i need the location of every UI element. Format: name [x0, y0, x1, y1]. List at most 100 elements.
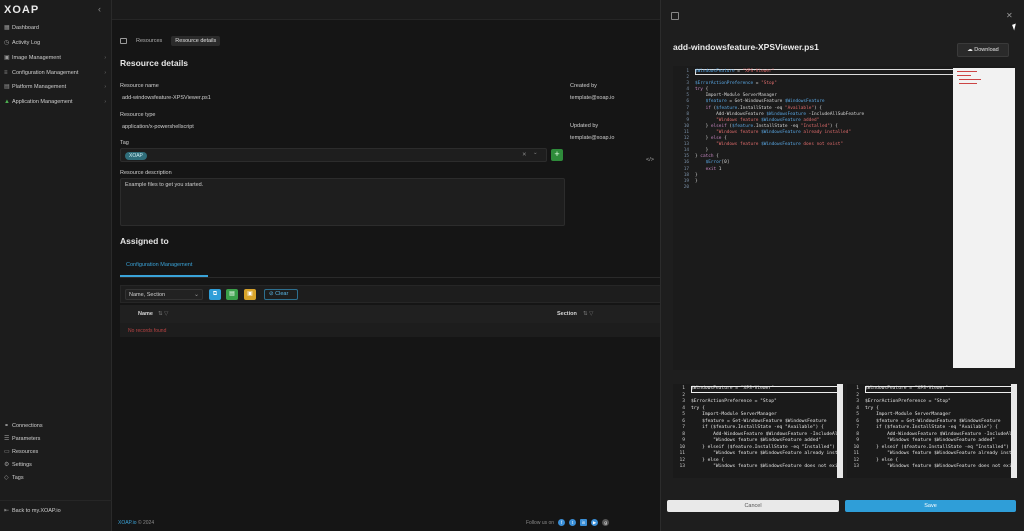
- clear-button[interactable]: ⊘ Clear: [264, 289, 298, 300]
- link-icon: ⚭: [4, 423, 10, 429]
- facebook-icon[interactable]: f: [558, 519, 566, 526]
- sidebar-item-label: Platform Management: [12, 83, 67, 90]
- cancel-button[interactable]: Cancel: [667, 500, 839, 512]
- divider: [0, 500, 112, 501]
- diff-modified-code[interactable]: $WindowsFeature = "XPS-Viewer" $ErrorAct…: [865, 386, 1017, 471]
- sidebar-item-activity-log[interactable]: ◷ Activity Log: [0, 36, 112, 49]
- sidebar: XOAP ‹ ▦ Dashboard ◷ Activity Log ▣ Image M…: [0, 0, 112, 531]
- chevron-right-icon: ›: [104, 54, 106, 61]
- sidebar-item-parameters[interactable]: ☰ Parameters: [0, 432, 112, 445]
- sidebar-item-dashboard[interactable]: ▦ Dashboard: [0, 21, 112, 34]
- column-name[interactable]: Name: [138, 311, 153, 317]
- chevron-right-icon: ›: [104, 98, 106, 105]
- scrollbar[interactable]: [837, 384, 843, 478]
- assigned-title: Assigned to: [120, 236, 169, 246]
- sidebar-item-label: Connections: [12, 422, 43, 429]
- resource-type-field: application/x-powershellscript: [122, 124, 194, 130]
- breadcrumb: Resources Resource details: [120, 36, 221, 46]
- code-content[interactable]: $WindowsFeature = "XPS-Viewer" $ErrorAct…: [695, 69, 864, 185]
- folder-icon: ▭: [4, 449, 10, 455]
- brand-link[interactable]: XOAP.io: [118, 520, 137, 526]
- archive-icon: ▣: [247, 291, 253, 297]
- scrollbar[interactable]: [1011, 384, 1017, 478]
- breadcrumb-resource-details: Resource details: [171, 36, 221, 46]
- diff-modified-pane[interactable]: 1 2 3 4 5 6 7 8 9 10 11 12 13 $WindowsFe…: [847, 384, 1017, 478]
- chevron-down-icon[interactable]: ⌄: [533, 150, 538, 156]
- collapse-sidebar-icon[interactable]: ‹: [98, 4, 101, 14]
- sidebar-item-tags[interactable]: ◇ Tags: [0, 471, 112, 484]
- sidebar-item-connections[interactable]: ⚭ Connections: [0, 419, 112, 432]
- column-section[interactable]: Section: [557, 311, 577, 317]
- sidebar-item-label: Activity Log: [12, 39, 41, 46]
- description-textarea[interactable]: Example files to get you started.: [120, 178, 565, 226]
- breadcrumb-resources[interactable]: Resources: [136, 38, 162, 44]
- back-link-label: Back to my.XOAP.io: [12, 507, 61, 514]
- resource-name-field[interactable]: add-windowsfeature-XPSViewer.ps1: [120, 92, 560, 105]
- empty-message: No records found: [128, 328, 167, 334]
- sidebar-item-label: Tags: [12, 474, 24, 481]
- follow-label: Follow us on: [526, 519, 555, 526]
- image-icon: ▣: [4, 55, 10, 61]
- list-icon: ☰: [4, 436, 10, 442]
- chevron-right-icon: ›: [104, 69, 106, 76]
- add-tag-button[interactable]: +: [551, 149, 563, 161]
- sidebar-item-label: Image Management: [12, 54, 61, 61]
- table-body: [120, 323, 680, 337]
- copy-button[interactable]: ⧉: [209, 289, 221, 300]
- sort-icon[interactable]: ⇅ ▽: [583, 311, 593, 317]
- clear-tag-icon[interactable]: ✕: [522, 152, 527, 158]
- code-minimap[interactable]: [953, 68, 1015, 368]
- home-icon[interactable]: [120, 38, 127, 44]
- tag-select[interactable]: XOAP ✕ ⌄: [120, 148, 547, 162]
- download-button[interactable]: ☁ Download: [957, 43, 1009, 57]
- updated-by-value: template@xoap.io: [570, 135, 615, 141]
- export-button[interactable]: ▤: [226, 289, 238, 300]
- sidebar-item-label: Parameters: [12, 435, 41, 442]
- description-label: Resource description: [120, 170, 172, 176]
- filter-select[interactable]: Name, Section ⌄: [125, 289, 203, 300]
- diff-original-code[interactable]: $WindowsFeature = "XPS-Viewer" $ErrorAct…: [691, 386, 843, 471]
- archive-button[interactable]: ▣: [244, 289, 256, 300]
- github-icon[interactable]: g: [602, 519, 610, 526]
- line-numbers: 1 2 3 4 5 6 7 8 9 10 11 12 13: [679, 386, 685, 469]
- filter-bar: Name, Section ⌄ ⧉ ▤ ▣ ⊘ Clear: [120, 285, 680, 303]
- sidebar-item-resources[interactable]: ▭ Resources: [0, 445, 112, 458]
- close-icon[interactable]: ✕: [1006, 11, 1013, 20]
- triangle-icon: ▲: [4, 98, 10, 105]
- sidebar-item-settings[interactable]: ⚙ Settings: [0, 458, 112, 471]
- copyright: XOAP.io © 2024: [118, 520, 154, 526]
- clear-label: Clear: [275, 291, 289, 297]
- tab-configuration-management[interactable]: Configuration Management: [126, 262, 192, 268]
- code-view-icon[interactable]: </>: [646, 157, 654, 163]
- social-links: Follow us on f t in ▶ g: [526, 519, 610, 526]
- page-title: Resource details: [120, 58, 189, 68]
- clock-icon: ◷: [4, 40, 10, 46]
- table-header: Name ⇅ ▽ Section ⇅ ▽: [120, 305, 680, 323]
- chevron-down-icon: ⌄: [193, 292, 199, 298]
- download-label: Download: [974, 47, 999, 53]
- back-link[interactable]: ⇤ Back to my.XOAP.io: [0, 504, 112, 517]
- sidebar-item-platform-management[interactable]: ▤ Platform Management ›: [0, 80, 112, 93]
- tag-icon: ◇: [4, 475, 9, 481]
- resource-type-label: Resource type: [120, 112, 156, 118]
- resource-name-label: Resource name: [120, 83, 159, 89]
- twitter-icon[interactable]: t: [569, 519, 577, 526]
- sidebar-item-image-management[interactable]: ▣ Image Management ›: [0, 51, 112, 64]
- expand-icon[interactable]: [671, 12, 679, 20]
- sidebar-item-label: Settings: [12, 461, 32, 468]
- sort-icon[interactable]: ⇅ ▽: [158, 311, 168, 317]
- save-button[interactable]: Save: [845, 500, 1016, 512]
- linkedin-icon[interactable]: in: [580, 519, 588, 526]
- logo[interactable]: XOAP: [4, 4, 39, 16]
- copy-icon: ⧉: [212, 291, 218, 297]
- sidebar-item-configuration-management[interactable]: ≡ Configuration Management ›: [0, 66, 112, 79]
- created-by-label: Created by: [570, 83, 597, 89]
- diff-original-pane[interactable]: 1 2 3 4 5 6 7 8 9 10 11 12 13 $WindowsFe…: [673, 384, 843, 478]
- sidebar-item-label: Resources: [12, 448, 39, 455]
- sidebar-item-application-management[interactable]: ▲ Application Management ›: [0, 95, 112, 108]
- gear-icon: ⚙: [4, 462, 10, 468]
- line-numbers: 1 2 3 4 5 6 7 8 9 10 11 12 13 14 15 16 1…: [683, 69, 689, 190]
- file-icon: ▤: [229, 291, 235, 297]
- youtube-icon[interactable]: ▶: [591, 519, 599, 526]
- tag-chip[interactable]: XOAP: [125, 152, 147, 160]
